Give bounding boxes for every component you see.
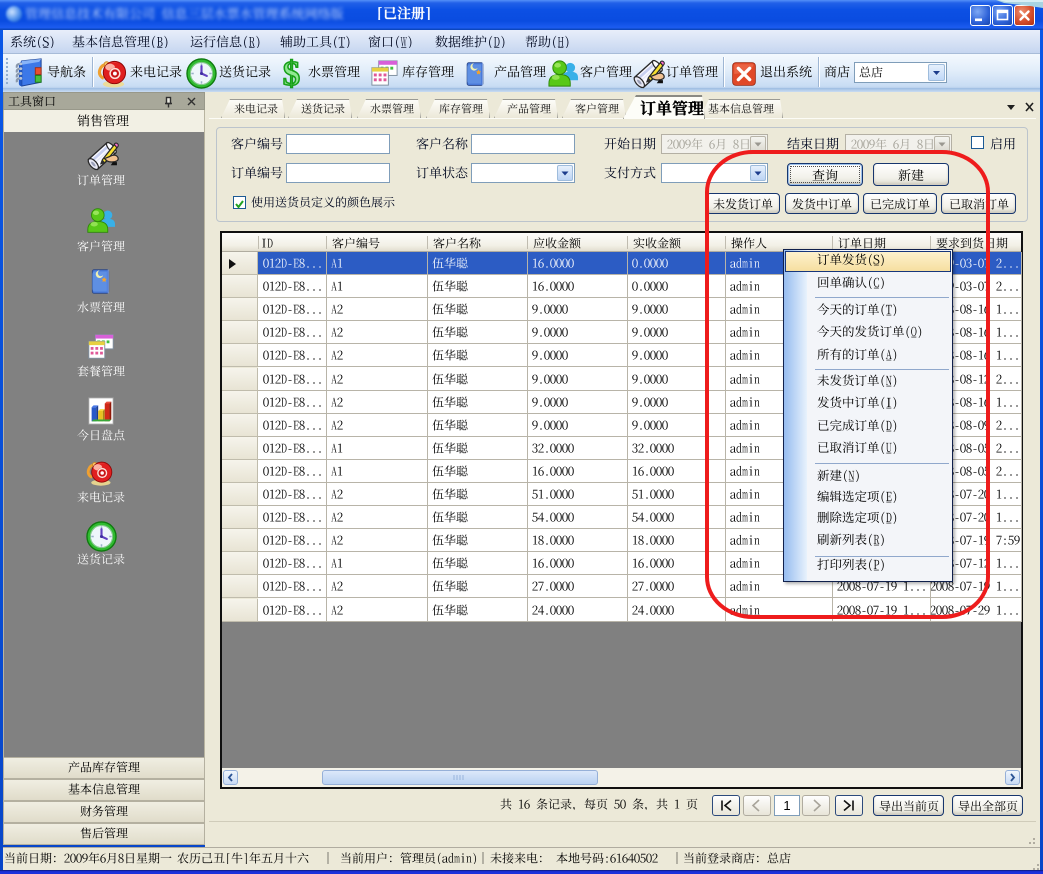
svg-text:$: $ [283,58,300,89]
